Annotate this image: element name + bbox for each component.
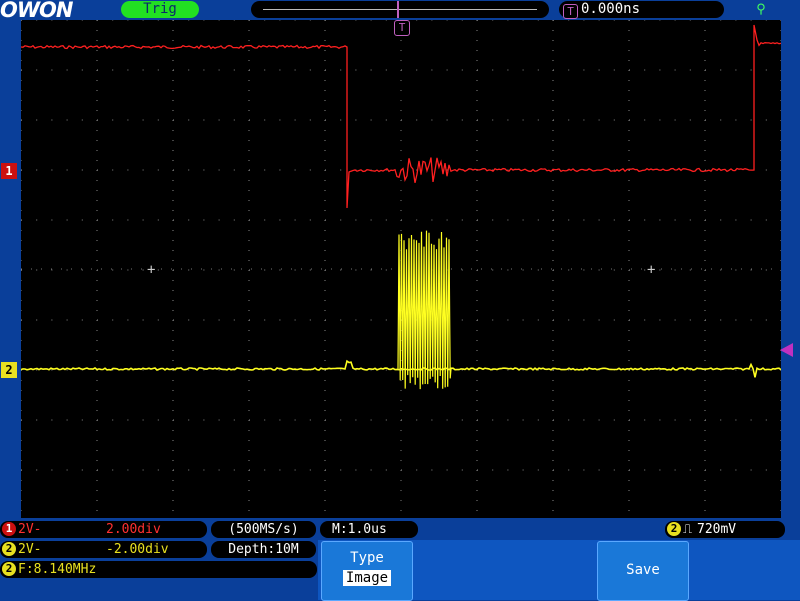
trigger-level-marker[interactable] bbox=[780, 343, 793, 357]
ch2-coupling: 2V- bbox=[18, 542, 42, 557]
ch1-ground-marker[interactable]: 1 bbox=[1, 163, 17, 179]
trigger-position-icon: T bbox=[394, 20, 410, 36]
ch2-baseline bbox=[21, 359, 781, 378]
rising-edge-icon: ⎍ bbox=[683, 522, 693, 537]
ch2-burst bbox=[397, 230, 452, 390]
trigger-time-icon: T bbox=[563, 4, 578, 19]
brand-logo: OWON bbox=[0, 0, 73, 22]
ch1-coupling: 2V- bbox=[18, 522, 42, 537]
frequency-value: F:8.140MHz bbox=[18, 562, 97, 577]
sample-rate: (500MS/s) bbox=[211, 521, 316, 538]
ch1-info: 1 2V- 2.00div bbox=[0, 521, 207, 538]
horizontal-position-readout: T 0.000ns bbox=[559, 1, 724, 19]
frequency-measurement: 2 F:8.140MHz bbox=[0, 561, 317, 578]
ch1-badge: 1 bbox=[2, 522, 16, 536]
trigger-position-bar[interactable] bbox=[251, 1, 549, 18]
ch1-scale: 2.00div bbox=[106, 522, 161, 537]
cross-marker: + bbox=[647, 262, 655, 278]
memory-track bbox=[263, 9, 537, 10]
trigger-level: 720mV bbox=[697, 522, 737, 537]
usb-icon: ⚲ bbox=[756, 2, 766, 17]
cross-marker: + bbox=[147, 262, 155, 278]
waveform-display[interactable]: + + bbox=[21, 20, 781, 518]
trigger-source-badge: 2 bbox=[667, 522, 681, 536]
type-value: Image bbox=[342, 570, 392, 586]
type-button[interactable]: Type Image bbox=[321, 541, 413, 601]
save-button[interactable]: Save bbox=[597, 541, 689, 601]
trigger-position-marker bbox=[397, 1, 399, 18]
trigger-readout: 2 ⎍ 720mV bbox=[665, 521, 785, 538]
ch2-ground-marker[interactable]: 2 bbox=[1, 362, 17, 378]
type-label: Type bbox=[350, 550, 384, 566]
ch2-scale: -2.00div bbox=[106, 542, 169, 557]
measure-source-badge: 2 bbox=[2, 562, 16, 576]
memory-depth: Depth:10M bbox=[211, 541, 316, 558]
timebase-readout: M:1.0us bbox=[320, 521, 418, 538]
ch2-badge: 2 bbox=[2, 542, 16, 556]
trigger-status-badge: Trig bbox=[121, 1, 199, 18]
waveform-canvas: + + bbox=[21, 20, 781, 518]
horizontal-position-value: 0.000ns bbox=[581, 1, 641, 17]
ch2-info: 2 2V- -2.00div bbox=[0, 541, 207, 558]
